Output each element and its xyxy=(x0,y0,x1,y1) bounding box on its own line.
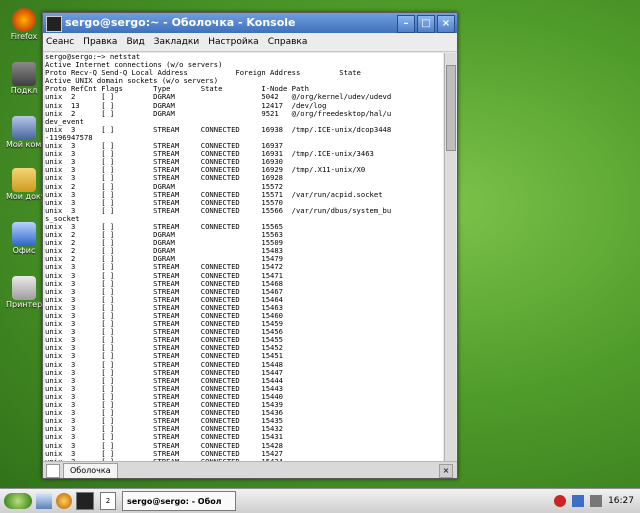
close-button[interactable]: × xyxy=(437,15,455,33)
menu-view[interactable]: Вид xyxy=(126,33,144,51)
desktop-icon-firefox[interactable]: Firefox xyxy=(6,8,42,41)
session-tabbar: Оболочка × xyxy=(43,461,457,478)
network-icon xyxy=(12,62,36,86)
desktop-pager[interactable]: 2 xyxy=(100,492,116,510)
tray-network-icon[interactable] xyxy=(572,495,585,507)
computer-icon xyxy=(12,116,36,140)
tray-device-icon[interactable] xyxy=(590,495,603,507)
minimize-button[interactable]: – xyxy=(397,15,415,33)
terminal-line: unix 3 [ ] STREAM CONNECTED 16938 /tmp/.… xyxy=(45,124,392,134)
desktop-icon-label: Мой компьютер xyxy=(6,140,42,149)
browser-icon[interactable] xyxy=(56,493,72,509)
desktop-icon-label: Офис xyxy=(12,246,36,255)
desktop-icon-label: Принтер xyxy=(6,300,42,309)
office-icon xyxy=(12,222,36,246)
clock: 16:27 xyxy=(608,496,634,506)
terminal-icon xyxy=(46,16,62,32)
menu-bookmarks[interactable]: Закладки xyxy=(154,33,200,51)
window-controls: – □ × xyxy=(397,15,455,33)
menu-bar: Сеанс Правка Вид Закладки Настройка Спра… xyxy=(43,33,457,52)
session-tab[interactable]: Оболочка xyxy=(63,463,118,478)
folder-icon xyxy=(12,168,36,192)
terminal-launcher-icon[interactable] xyxy=(76,492,94,510)
menu-help[interactable]: Справка xyxy=(268,33,308,51)
desktop-icon-label: Подкл xyxy=(10,86,38,95)
printer-icon xyxy=(12,276,36,300)
taskbar-window-button[interactable]: sergo@sergo: - Обол xyxy=(122,491,236,511)
terminal-scrollbar[interactable] xyxy=(444,53,456,470)
konsole-window: sergo@sergo:~ - Оболочка - Konsole – □ ×… xyxy=(42,12,458,479)
new-tab-button[interactable] xyxy=(46,464,60,478)
firefox-icon xyxy=(12,8,36,32)
window-title: sergo@sergo:~ - Оболочка - Konsole xyxy=(65,16,296,29)
terminal-line: unix 3 [ ] STREAM CONNECTED 15566 /var/r… xyxy=(45,205,392,215)
desktop-icon-documents[interactable]: Мои документы xyxy=(6,168,42,201)
menu-edit[interactable]: Правка xyxy=(83,33,117,51)
home-icon[interactable] xyxy=(36,493,52,509)
scrollbar-thumb[interactable] xyxy=(446,65,456,151)
tray-updater-icon[interactable] xyxy=(554,495,567,507)
desktop-icon-label: Firefox xyxy=(10,32,38,41)
maximize-button[interactable]: □ xyxy=(417,15,435,33)
desktop-icon-label: Мои документы xyxy=(6,192,42,201)
desktop-icon-printer[interactable]: Принтер xyxy=(6,276,42,309)
desktop-icon-office[interactable]: Офис xyxy=(6,222,42,255)
start-menu-icon[interactable] xyxy=(4,493,32,509)
taskbar-window-title: sergo@sergo: - Обол xyxy=(127,496,222,506)
close-tab-button[interactable]: × xyxy=(439,464,453,478)
terminal-output[interactable]: sergo@sergo:~> netstat Active Internet co… xyxy=(45,53,443,470)
menu-session[interactable]: Сеанс xyxy=(46,33,74,51)
window-titlebar[interactable]: sergo@sergo:~ - Оболочка - Konsole – □ × xyxy=(43,13,457,33)
taskbar: 2 sergo@sergo: - Обол 16:27 xyxy=(0,488,640,513)
desktop-icon-computer[interactable]: Мой компьютер xyxy=(6,116,42,149)
system-tray: 16:27 xyxy=(554,495,634,507)
desktop-icon-connect[interactable]: Подкл xyxy=(6,62,42,95)
terminal-line: unix 2 [ ] DGRAM 9521 @/org/freedesktop/… xyxy=(45,108,392,118)
menu-settings[interactable]: Настройка xyxy=(208,33,259,51)
